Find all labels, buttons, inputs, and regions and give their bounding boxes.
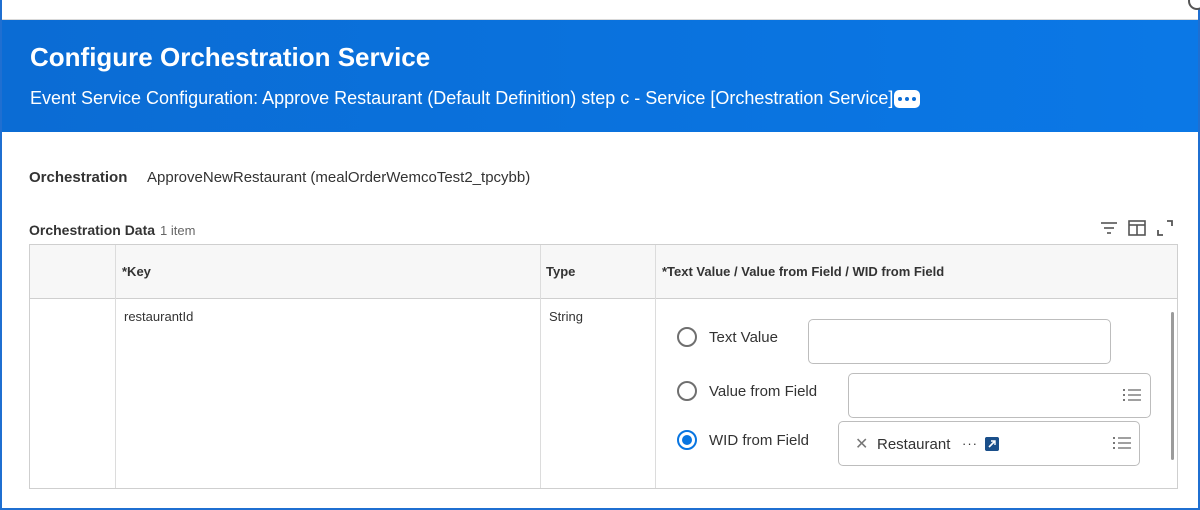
ellipsis-dot [905, 97, 909, 101]
column-header-key[interactable]: *Key [122, 264, 151, 279]
expand-icon[interactable] [1155, 218, 1175, 238]
ellipsis-icon [898, 97, 902, 101]
cell-key: restaurantId [124, 309, 194, 324]
vertical-scrollbar[interactable] [1171, 312, 1174, 460]
radio-value-from-field[interactable] [677, 381, 697, 401]
page-header: Configure Orchestration Service Event Se… [2, 20, 1198, 132]
option-label-value-from-field: Value from Field [709, 383, 818, 400]
column-header-type[interactable]: Type [546, 264, 575, 279]
columns-icon[interactable] [1127, 218, 1147, 238]
related-actions-button[interactable] [894, 90, 920, 108]
related-actions-icon[interactable] [985, 437, 999, 451]
page-subtitle: Event Service Configuration: Approve Res… [30, 88, 894, 108]
column-divider [655, 245, 656, 488]
remove-selection-icon[interactable]: ✕ [855, 434, 868, 454]
radio-wid-from-field[interactable] [677, 430, 697, 450]
ellipsis-dot [912, 97, 916, 101]
grid-count: 1 item [160, 223, 196, 238]
value-from-field-prompt[interactable] [848, 373, 1151, 418]
orchestration-value[interactable]: ApproveNewRestaurant (mealOrderWemcoTest… [147, 169, 530, 186]
radio-text-value[interactable] [677, 327, 697, 347]
list-icon[interactable] [1113, 436, 1131, 450]
page-title: Configure Orchestration Service [30, 42, 431, 72]
column-divider [115, 245, 116, 488]
selected-field-value[interactable]: Restaurant [877, 436, 950, 453]
more-options-icon[interactable]: ··· [962, 436, 978, 451]
cell-type: String [549, 309, 583, 324]
filter-icon[interactable] [1099, 218, 1119, 238]
column-header-value[interactable]: *Text Value / Value from Field / WID fro… [662, 264, 944, 279]
grid-title: Orchestration Data [29, 222, 156, 238]
grid-header-row [30, 245, 1177, 299]
option-label-text-value: Text Value [709, 329, 778, 346]
text-value-input[interactable] [808, 319, 1111, 364]
list-icon[interactable] [1123, 388, 1141, 402]
option-label-wid-from-field: WID from Field [709, 432, 810, 449]
column-divider [540, 245, 541, 488]
orchestration-label: Orchestration [29, 169, 128, 186]
